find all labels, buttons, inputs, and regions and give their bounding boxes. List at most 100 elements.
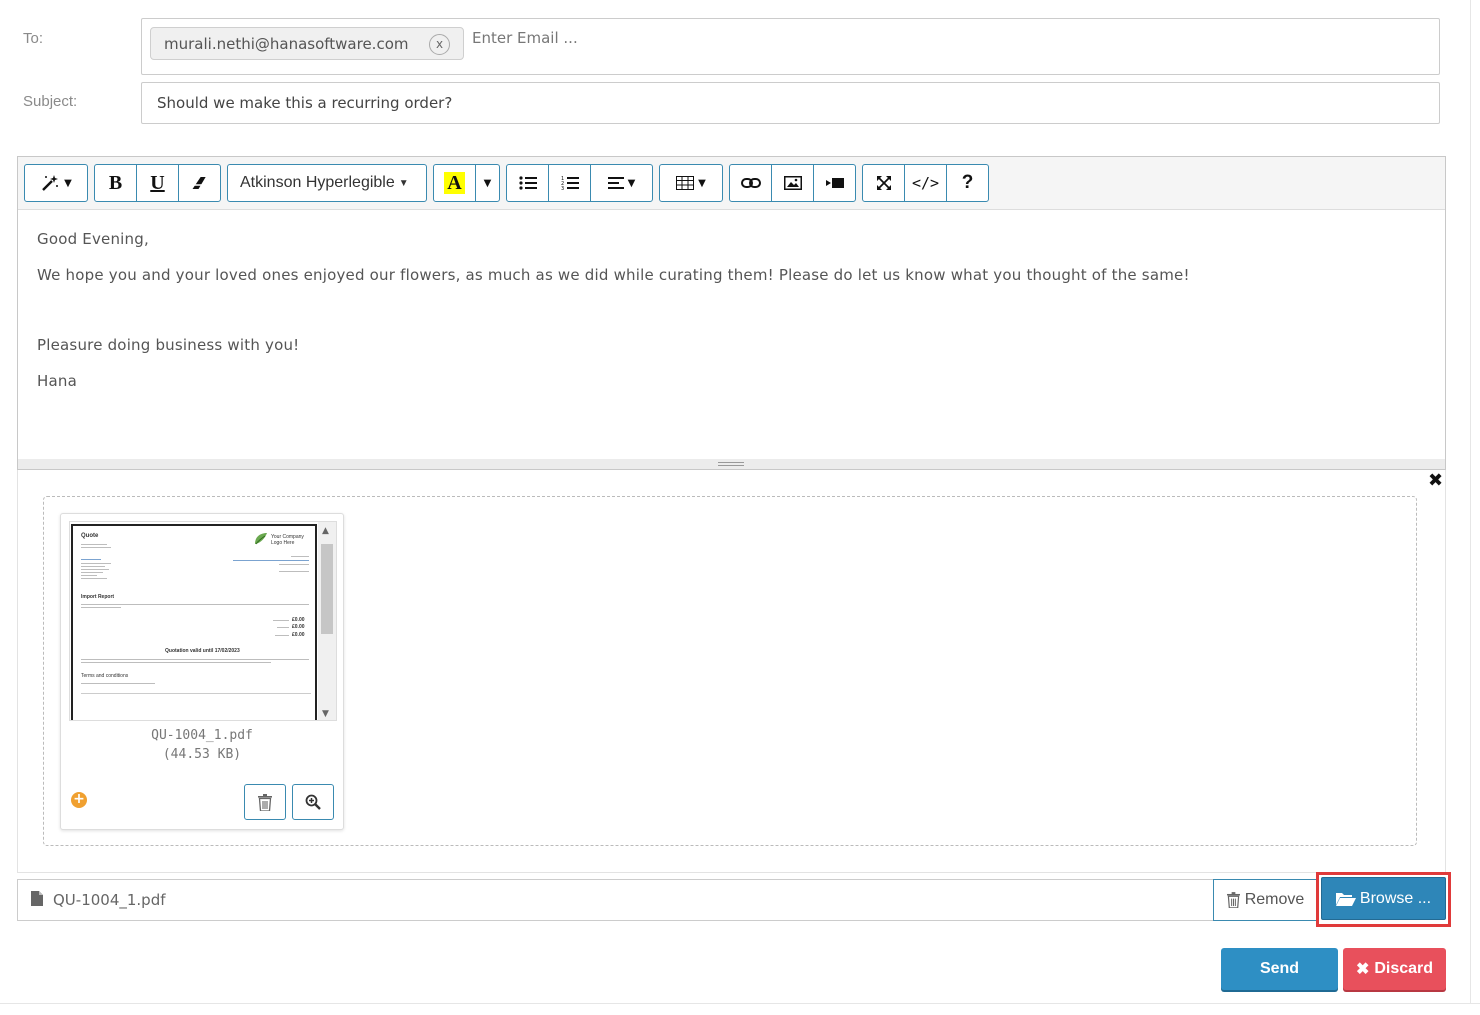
link-icon xyxy=(740,178,761,188)
paragraph-group: 123 ▼ xyxy=(506,164,653,202)
pdf-line xyxy=(275,635,289,636)
pdf-line xyxy=(81,547,111,548)
plus-icon[interactable]: + xyxy=(71,792,87,808)
style-group: ▼ xyxy=(24,164,88,202)
video-button[interactable] xyxy=(814,165,855,201)
folder-open-icon xyxy=(1335,892,1356,906)
pdf-amount: £0.00 xyxy=(292,632,305,638)
text-color-button[interactable]: A xyxy=(434,165,476,201)
remove-recipient-button[interactable]: x xyxy=(429,34,450,55)
pdf-validity: Quotation valid until 17/02/2023 xyxy=(165,648,240,654)
scroll-thumb[interactable] xyxy=(321,544,333,634)
remove-file-label: Remove xyxy=(1244,891,1305,908)
attachment-card: Quote Your Company Logo Here Import Repo… xyxy=(60,513,344,830)
editor-content[interactable]: Good Evening, We hope you and your loved… xyxy=(18,210,1445,460)
pdf-line xyxy=(81,604,309,605)
scroll-down-icon[interactable]: ▼ xyxy=(322,709,329,719)
pdf-line xyxy=(277,627,289,628)
bold-button[interactable]: B xyxy=(95,165,137,201)
table-button[interactable]: ▼ xyxy=(660,165,722,201)
body-closing: Pleasure doing business with you! xyxy=(37,336,300,354)
pdf-divider xyxy=(81,693,311,694)
browse-label: Browse ... xyxy=(1359,889,1432,907)
svg-text:3: 3 xyxy=(561,186,564,191)
table-icon xyxy=(676,176,695,190)
fullscreen-icon xyxy=(876,176,891,190)
body-greeting: Good Evening, xyxy=(37,230,149,248)
pdf-line xyxy=(233,560,309,561)
code-view-button[interactable]: </> xyxy=(905,165,947,201)
page-right-border xyxy=(1470,0,1471,1003)
email-input[interactable] xyxy=(472,29,872,47)
pdf-title: Quote xyxy=(81,533,99,539)
picture-icon xyxy=(783,176,802,190)
video-icon xyxy=(825,178,844,188)
pdf-line xyxy=(81,566,105,567)
pdf-page: Quote Your Company Logo Here Import Repo… xyxy=(71,524,317,720)
pdf-line xyxy=(81,659,309,660)
pdf-line xyxy=(291,556,309,557)
chevron-down-icon: ▼ xyxy=(483,177,492,189)
trash-icon xyxy=(1226,892,1240,908)
align-icon xyxy=(607,177,624,189)
editor-resize-handle[interactable] xyxy=(18,459,1445,469)
send-button[interactable]: Send xyxy=(1221,948,1338,990)
pdf-line xyxy=(279,571,309,572)
chevron-down-icon: ▼ xyxy=(698,177,706,189)
subject-input[interactable] xyxy=(141,82,1440,124)
subject-label: Subject: xyxy=(23,93,78,110)
zoom-attachment-button[interactable] xyxy=(292,784,334,820)
picture-button[interactable] xyxy=(772,165,814,201)
body-blank-line xyxy=(37,302,1426,336)
fullscreen-button[interactable] xyxy=(863,165,905,201)
unordered-list-button[interactable] xyxy=(507,165,549,201)
pdf-line xyxy=(81,607,121,608)
company-logo-icon xyxy=(255,533,267,545)
to-field[interactable]: murali.nethi@hanasoftware.com x xyxy=(141,18,1440,75)
align-button[interactable]: ▼ xyxy=(591,165,652,201)
ordered-list-button[interactable]: 123 xyxy=(549,165,591,201)
pdf-line xyxy=(81,575,97,576)
chevron-down-icon: ▼ xyxy=(398,177,409,189)
font-family-select[interactable]: Atkinson Hyperlegible ▼ xyxy=(228,165,426,201)
pdf-amount: £0.00 xyxy=(292,624,305,630)
unordered-list-icon xyxy=(518,176,537,190)
pdf-company: Your Company Logo Here xyxy=(271,534,304,546)
color-dropdown-button[interactable]: ▼ xyxy=(476,165,499,201)
pdf-line xyxy=(81,544,107,545)
underline-button[interactable]: U xyxy=(137,165,179,201)
clear-format-button[interactable] xyxy=(179,165,220,201)
grip-icon xyxy=(718,462,744,466)
style-button[interactable]: ▼ xyxy=(25,165,87,201)
scroll-up-icon[interactable]: ▲ xyxy=(322,526,329,536)
pdf-scrollbar[interactable]: ▲ ▼ xyxy=(318,522,336,720)
recipient-email: murali.nethi@hanasoftware.com xyxy=(164,35,409,53)
file-icon xyxy=(31,891,43,906)
font-family-value: Atkinson Hyperlegible xyxy=(240,174,395,191)
page-bottom-border xyxy=(0,1003,1480,1004)
pdf-preview[interactable]: Quote Your Company Logo Here Import Repo… xyxy=(69,521,337,721)
body-signature: Hana xyxy=(37,372,77,390)
insert-group xyxy=(729,164,856,202)
editor-toolbar: ▼ B U Atkinson Hyperlegible ▼ A ▼ 1 2 3 … xyxy=(18,157,1445,210)
pdf-line xyxy=(81,572,103,573)
remove-file-button[interactable]: Remove xyxy=(1213,879,1318,921)
selected-file-display: QU-1004_1.pdf xyxy=(17,879,1214,921)
delete-attachment-button[interactable] xyxy=(244,784,286,820)
body-paragraph: We hope you and your loved ones enjoyed … xyxy=(37,266,1190,284)
help-button[interactable]: ? xyxy=(947,165,988,201)
pdf-line xyxy=(81,563,111,564)
pdf-terms: Terms and conditions xyxy=(81,673,129,679)
close-icon[interactable]: ✖ xyxy=(1428,470,1443,491)
discard-label: Discard xyxy=(1374,960,1434,977)
chevron-down-icon: ▼ xyxy=(627,177,636,189)
rich-text-editor: ▼ B U Atkinson Hyperlegible ▼ A ▼ 1 2 3 … xyxy=(17,156,1446,470)
font-family-group: Atkinson Hyperlegible ▼ xyxy=(227,164,427,202)
link-button[interactable] xyxy=(730,165,772,201)
recipient-tag: murali.nethi@hanasoftware.com x xyxy=(150,27,464,60)
zoom-in-icon xyxy=(305,794,321,810)
pdf-line xyxy=(81,559,101,560)
browse-button[interactable]: Browse ... xyxy=(1321,877,1446,920)
attachment-file-name: QU-1004_1.pdf xyxy=(151,728,253,743)
discard-button[interactable]: ✖ Discard xyxy=(1343,948,1446,990)
